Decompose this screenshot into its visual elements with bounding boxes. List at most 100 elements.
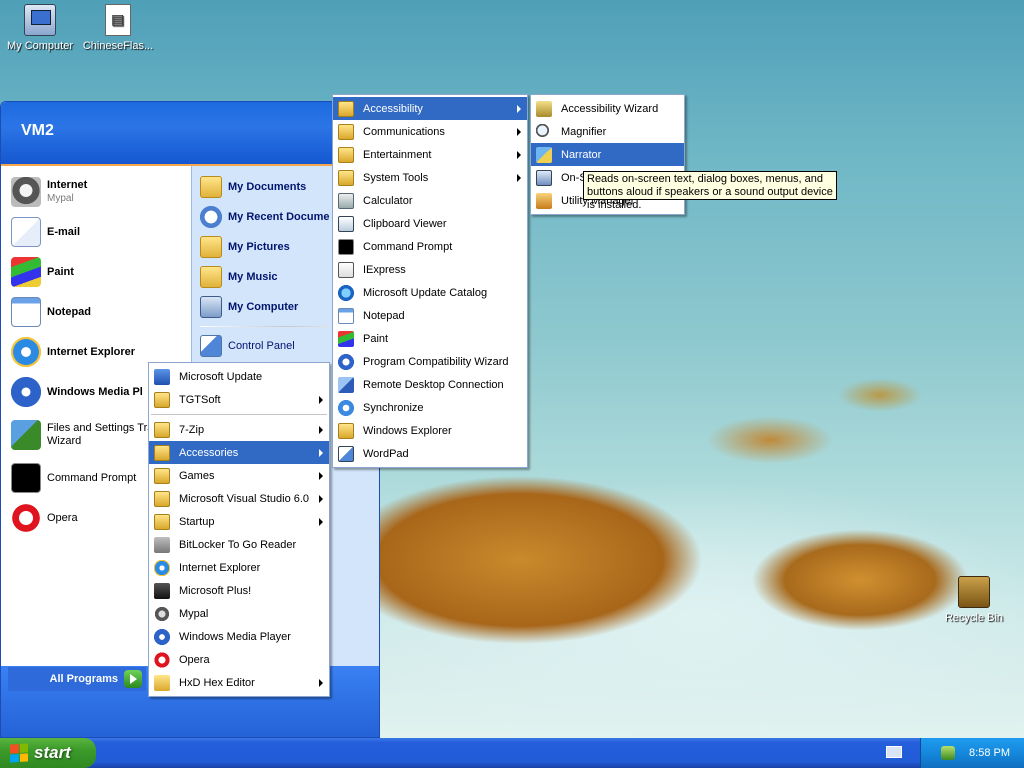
all-programs-button[interactable]: All Programs	[8, 667, 146, 691]
folder-icon	[200, 236, 222, 258]
notepad-icon	[338, 307, 354, 324]
submenu-arrow-icon	[517, 151, 521, 159]
menu-item-label: Clipboard Viewer	[363, 217, 447, 230]
menu-item-label: Communications	[363, 125, 445, 138]
files-settings-wizard-icon	[11, 420, 41, 450]
network-icon[interactable]	[941, 746, 956, 760]
right-item-label: My Documents	[228, 181, 307, 193]
menu-item-label: 7-Zip	[179, 423, 205, 436]
submenu-arrow-icon	[319, 449, 323, 457]
folder-icon	[338, 146, 354, 163]
globe-icon	[338, 284, 354, 301]
menu-item-entertainment[interactable]: Entertainment	[333, 143, 527, 166]
folder-icon	[338, 169, 354, 186]
menu-item-label: Calculator	[363, 194, 413, 207]
menu-item-calculator[interactable]: Calculator	[333, 189, 527, 212]
windows-logo-icon	[10, 743, 28, 763]
keyboard-icon[interactable]	[886, 746, 902, 758]
menu-item-notepad[interactable]: Notepad	[333, 304, 527, 327]
menu-item-label: Remote Desktop Connection	[363, 378, 504, 391]
all-programs-label: All Programs	[49, 673, 118, 685]
menu-item-label: Program Compatibility Wizard	[363, 355, 509, 368]
menu-item-windows-explorer[interactable]: Windows Explorer	[333, 419, 527, 442]
menu-item-label: Mypal	[179, 607, 209, 620]
desktop-icon-my-computer[interactable]: My Computer	[0, 4, 80, 52]
start-button[interactable]: start	[0, 738, 96, 768]
menu-item-windows-media-player[interactable]: Windows Media Player	[149, 625, 329, 648]
submenu-arrow-icon	[319, 518, 323, 526]
menu-item-label: Windows Media Player	[179, 630, 291, 643]
menu-item-iexpress[interactable]: IExpress	[333, 258, 527, 281]
clock[interactable]: 8:58 PM	[969, 747, 1010, 759]
recent-notepad[interactable]: Notepad	[1, 292, 191, 332]
menu-item-narrator[interactable]: Narrator	[531, 143, 684, 166]
folder-icon	[154, 444, 170, 461]
recent-label: Notepad	[47, 305, 91, 318]
microsoft-update-icon	[154, 368, 170, 385]
menu-item-opera[interactable]: Opera	[149, 648, 329, 671]
menu-item-bitlocker[interactable]: BitLocker To Go Reader	[149, 533, 329, 556]
paint-icon	[338, 330, 354, 347]
menu-item-compat-wizard[interactable]: Program Compatibility Wizard	[333, 350, 527, 373]
control-panel-icon	[200, 335, 222, 357]
menu-item-synchronize[interactable]: Synchronize	[333, 396, 527, 419]
computer-icon	[200, 296, 222, 318]
menu-item-paint[interactable]: Paint	[333, 327, 527, 350]
menu-item-label: Paint	[363, 332, 389, 345]
menu-item-microsoft-plus[interactable]: Microsoft Plus!	[149, 579, 329, 602]
mypal-icon	[154, 605, 170, 622]
menu-item-microsoft-update[interactable]: Microsoft Update	[149, 365, 329, 388]
recent-label: Paint	[47, 265, 74, 278]
desktop-icon-chineseflash[interactable]: ChineseFlas...	[78, 4, 158, 52]
folder-icon	[338, 100, 354, 117]
notepad-icon	[11, 297, 41, 327]
menu-item-label: Microsoft Plus!	[179, 584, 252, 597]
submenu-arrow-icon	[319, 396, 323, 404]
menu-item-label: HxD Hex Editor	[179, 676, 255, 689]
opera-icon	[154, 651, 170, 668]
menu-item-label: Notepad	[363, 309, 405, 322]
submenu-arrow-icon	[517, 128, 521, 136]
menu-item-accessibility-wizard[interactable]: Accessibility Wizard	[531, 97, 684, 120]
submenu-arrow-icon	[319, 426, 323, 434]
command-prompt-icon	[338, 238, 354, 255]
menu-item-startup[interactable]: Startup	[149, 510, 329, 533]
submenu-arrow-icon	[319, 495, 323, 503]
menu-item-internet-explorer[interactable]: Internet Explorer	[149, 556, 329, 579]
menu-item-remote-desktop[interactable]: Remote Desktop Connection	[333, 373, 527, 396]
menu-item-magnifier[interactable]: Magnifier	[531, 120, 684, 143]
menu-item-accessibility[interactable]: Accessibility	[333, 97, 527, 120]
recent-paint[interactable]: Paint	[1, 252, 191, 292]
menu-item-tgtsoft[interactable]: TGTSoft	[149, 388, 329, 411]
menu-item-label: System Tools	[363, 171, 429, 184]
menu-item-clipboard-viewer[interactable]: Clipboard Viewer	[333, 212, 527, 235]
menu-item-label: Microsoft Visual Studio 6.0	[179, 492, 310, 505]
desktop-icon-label: My Computer	[6, 40, 74, 52]
remote-desktop-icon	[338, 376, 354, 393]
menu-item-communications[interactable]: Communications	[333, 120, 527, 143]
command-prompt-icon	[11, 463, 41, 493]
recent-label: Windows Media Pl	[47, 385, 143, 398]
menu-item-hxd[interactable]: HxD Hex Editor	[149, 671, 329, 694]
menu-item-command-prompt[interactable]: Command Prompt	[333, 235, 527, 258]
menu-item-label: Accessories	[179, 446, 239, 459]
mypal-icon	[11, 177, 41, 207]
menu-item-accessories[interactable]: Accessories	[149, 441, 329, 464]
calculator-icon	[338, 192, 354, 209]
pinned-email[interactable]: E-mail	[1, 212, 191, 252]
menu-item-wordpad[interactable]: WordPad	[333, 442, 527, 465]
menu-item-7zip[interactable]: 7-Zip	[149, 418, 329, 441]
menu-item-update-catalog[interactable]: Microsoft Update Catalog	[333, 281, 527, 304]
menu-item-label: Microsoft Update Catalog	[363, 286, 488, 299]
menu-item-mypal[interactable]: Mypal	[149, 602, 329, 625]
windows-media-player-icon	[154, 628, 170, 645]
menu-item-label: WordPad	[363, 447, 409, 460]
folder-icon	[154, 513, 170, 530]
menu-item-system-tools[interactable]: System Tools	[333, 166, 527, 189]
desktop-icon-recycle-bin[interactable]: Recycle Bin	[934, 576, 1014, 624]
menu-item-games[interactable]: Games	[149, 464, 329, 487]
menu-item-visual-studio[interactable]: Microsoft Visual Studio 6.0	[149, 487, 329, 510]
pinned-internet[interactable]: Internet Mypal	[1, 172, 191, 212]
help-icon	[338, 353, 354, 370]
folder-icon	[200, 266, 222, 288]
